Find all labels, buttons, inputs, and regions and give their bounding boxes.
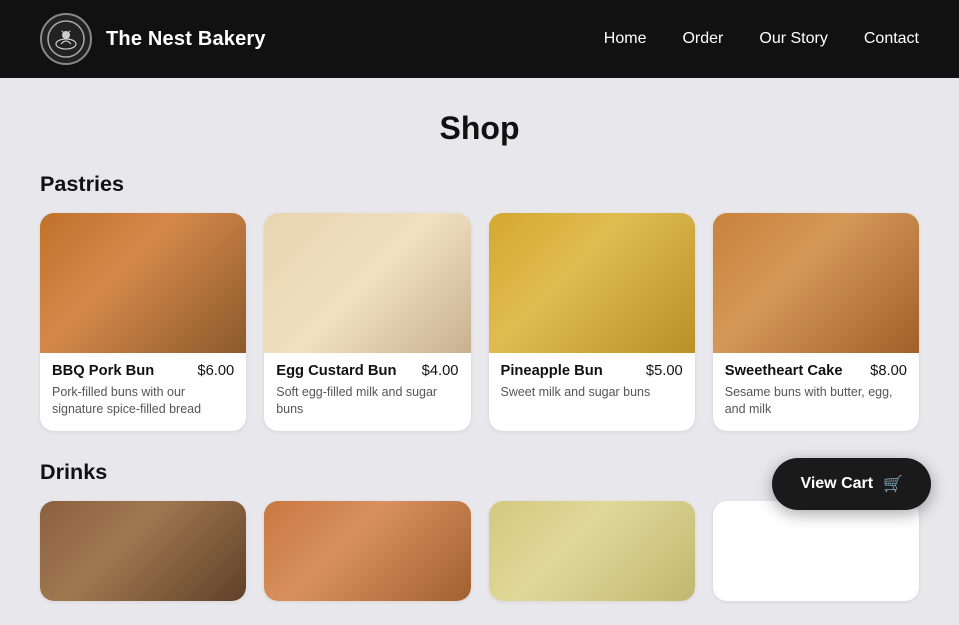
brand-name: The Nest Bakery xyxy=(106,28,266,51)
product-header-pineapple: Pineapple Bun $5.00 xyxy=(501,363,683,379)
nav-home[interactable]: Home xyxy=(604,30,647,48)
product-price-sweetheart: $8.00 xyxy=(870,363,907,379)
pastries-title: Pastries xyxy=(40,171,919,197)
product-card-bbq[interactable]: BBQ Pork Bun $6.00 Pork-filled buns with… xyxy=(40,213,246,431)
drink-card-4[interactable] xyxy=(713,501,919,601)
product-card-pineapple[interactable]: Pineapple Bun $5.00 Sweet milk and sugar… xyxy=(489,213,695,431)
product-info-pineapple: Pineapple Bun $5.00 Sweet milk and sugar… xyxy=(489,353,695,413)
pastries-section: Pastries BBQ Pork Bun $6.00 Pork-filled … xyxy=(40,171,919,431)
drink-image-3 xyxy=(489,501,695,601)
product-header-bbq: BBQ Pork Bun $6.00 xyxy=(52,363,234,379)
product-name-sweetheart: Sweetheart Cake xyxy=(725,363,870,379)
product-desc-sweetheart: Sesame buns with butter, egg, and milk xyxy=(725,384,907,419)
main-content: Shop Pastries BBQ Pork Bun $6.00 Pork-fi… xyxy=(0,78,959,625)
logo-area: The Nest Bakery xyxy=(40,13,266,65)
product-image-sweetheart xyxy=(713,213,919,353)
drinks-grid xyxy=(40,501,919,601)
product-desc-bbq: Pork-filled buns with our signature spic… xyxy=(52,384,234,419)
product-info-egg: Egg Custard Bun $4.00 Soft egg-filled mi… xyxy=(264,353,470,431)
product-name-bbq: BBQ Pork Bun xyxy=(52,363,197,379)
drink-image-1 xyxy=(40,501,246,601)
product-info-bbq: BBQ Pork Bun $6.00 Pork-filled buns with… xyxy=(40,353,246,431)
page-title: Shop xyxy=(40,110,919,147)
product-name-egg: Egg Custard Bun xyxy=(276,363,421,379)
pastries-grid: BBQ Pork Bun $6.00 Pork-filled buns with… xyxy=(40,213,919,431)
product-name-pineapple: Pineapple Bun xyxy=(501,363,646,379)
logo-icon xyxy=(40,13,92,65)
product-desc-egg: Soft egg-filled milk and sugar buns xyxy=(276,384,458,419)
product-image-pineapple xyxy=(489,213,695,353)
product-price-egg: $4.00 xyxy=(422,363,459,379)
header: The Nest Bakery Home Order Our Story Con… xyxy=(0,0,959,78)
view-cart-button[interactable]: View Cart 🛒 xyxy=(772,458,931,510)
drink-image-4 xyxy=(713,501,919,601)
drink-card-3[interactable] xyxy=(489,501,695,601)
product-header-egg: Egg Custard Bun $4.00 xyxy=(276,363,458,379)
drink-image-2 xyxy=(264,501,470,601)
product-price-pineapple: $5.00 xyxy=(646,363,683,379)
view-cart-label: View Cart xyxy=(800,475,873,493)
cart-icon: 🛒 xyxy=(883,474,903,494)
nav-order[interactable]: Order xyxy=(682,30,723,48)
nav-our-story[interactable]: Our Story xyxy=(759,30,827,48)
nav: Home Order Our Story Contact xyxy=(604,30,919,48)
product-card-sweetheart[interactable]: Sweetheart Cake $8.00 Sesame buns with b… xyxy=(713,213,919,431)
product-card-egg[interactable]: Egg Custard Bun $4.00 Soft egg-filled mi… xyxy=(264,213,470,431)
product-info-sweetheart: Sweetheart Cake $8.00 Sesame buns with b… xyxy=(713,353,919,431)
product-header-sweetheart: Sweetheart Cake $8.00 xyxy=(725,363,907,379)
drink-card-2[interactable] xyxy=(264,501,470,601)
drink-card-1[interactable] xyxy=(40,501,246,601)
nav-contact[interactable]: Contact xyxy=(864,30,919,48)
product-desc-pineapple: Sweet milk and sugar buns xyxy=(501,384,683,401)
product-image-bbq xyxy=(40,213,246,353)
product-price-bbq: $6.00 xyxy=(197,363,234,379)
product-image-egg xyxy=(264,213,470,353)
